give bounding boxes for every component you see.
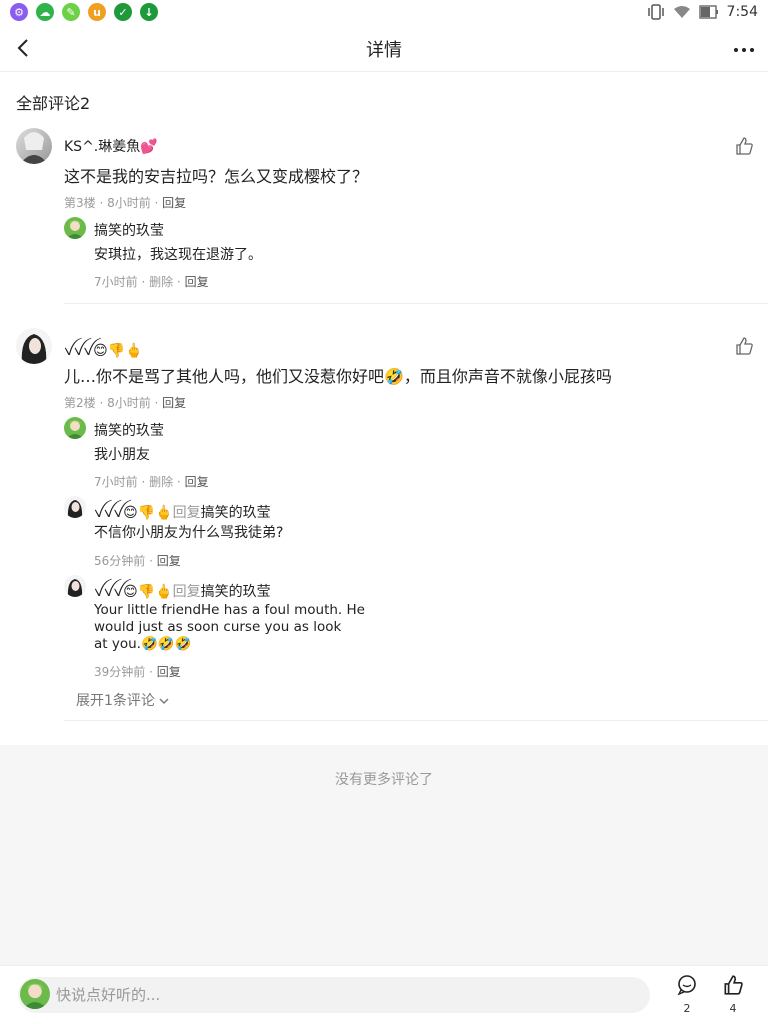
reply-text: 安琪拉，我这现在退游了。 — [94, 247, 262, 263]
comment-input[interactable] — [56, 977, 636, 1013]
like-icon[interactable] — [734, 136, 754, 156]
reply-button[interactable]: 回复 — [162, 396, 186, 410]
comment-text: 儿…你不是骂了其他人吗，他们又没惹你好吧🤣，而且你声音不就像小屁孩吗 — [64, 367, 612, 386]
reply-target-username[interactable]: 搞笑的玖莹 — [201, 584, 271, 600]
top-nav: 详情 — [0, 26, 768, 72]
wifi-icon — [673, 6, 690, 18]
comment-floor-time: 第3楼 · 8小时前 · — [64, 196, 163, 210]
avatar[interactable] — [16, 128, 52, 164]
avatar[interactable] — [64, 217, 86, 239]
bottom-bar: 2 4 — [0, 965, 768, 1024]
reply-button[interactable]: 回复 — [185, 475, 209, 489]
reply-meta: 56分钟前 · 回复 — [94, 552, 181, 569]
leaf-notification-icon: ✎ — [62, 3, 80, 21]
comment-count: 2 — [683, 1002, 691, 1015]
reply-meta: 7小时前 · 删除 · 回复 — [94, 475, 209, 489]
comment-floor-time: 第2楼 · 8小时前 · — [64, 396, 163, 410]
reply-text-line: would just as soon curse you as look — [94, 619, 342, 635]
avatar — [20, 979, 50, 1009]
reply-button[interactable]: 回复 — [185, 275, 209, 289]
avatar[interactable] — [64, 496, 86, 518]
reply-button[interactable]: 回复 — [162, 196, 186, 210]
reply-meta: 39分钟前 · 回复 — [94, 663, 181, 680]
u-notification-icon: u — [88, 3, 106, 21]
more-options-icon[interactable] — [732, 38, 756, 62]
reply-button[interactable]: 回复 — [157, 665, 181, 679]
no-more-comments-text: 没有更多评论了 — [335, 772, 433, 788]
status-bar: ⚙ ☁ ✎ u ✓ ↓ 7:54 — [0, 0, 768, 26]
battery-icon — [698, 5, 718, 19]
reply-username[interactable]: 搞笑的玖莹 — [94, 420, 164, 440]
reply-button[interactable]: 回复 — [157, 554, 181, 568]
delete-button[interactable]: 删除 — [149, 475, 173, 489]
reply-text-line: Your little friendHe has a foul mouth. H… — [94, 602, 365, 618]
avatar[interactable] — [16, 328, 52, 364]
comment-input-box[interactable] — [18, 977, 650, 1013]
reply-word: 回复 — [172, 505, 201, 521]
reply-target-username[interactable]: 搞笑的玖莹 — [201, 505, 271, 521]
comment-username[interactable]: KS^.琳姜魚💕 — [64, 136, 158, 156]
reply-text: Your little friendHe has a foul mouth. H… — [94, 602, 365, 653]
reply-meta: 7小时前 · 删除 · 回复 — [94, 275, 209, 289]
reply-username[interactable]: ꪜꪜꪜ😊👎🖕 — [94, 584, 173, 600]
comments-footer: 没有更多评论了 — [0, 745, 768, 965]
reply-time: 39分钟前 · — [94, 665, 157, 679]
reply-text-line: at you.🤣🤣🤣 — [94, 636, 192, 652]
comment-text: 这不是我的安吉拉吗？怎么又变成樱校了？ — [64, 167, 369, 186]
expand-label: 展开1条评论 — [76, 693, 155, 709]
reply-username[interactable]: 搞笑的玖莹 — [94, 220, 164, 240]
app-notification-icon: ☁ — [36, 3, 54, 21]
avatar[interactable] — [64, 575, 86, 597]
reply-time: 56分钟前 · — [94, 554, 157, 568]
reply-text: 不信你小朋友为什么骂我徒弟? — [94, 525, 284, 541]
status-time: 7:54 — [726, 4, 758, 20]
comments-button[interactable]: 2 — [672, 974, 702, 1020]
reply-word: 回复 — [172, 584, 201, 600]
like-icon[interactable] — [734, 336, 754, 356]
chevron-down-icon — [159, 698, 169, 704]
like-button[interactable]: 4 — [718, 974, 748, 1020]
reply-username[interactable]: ꪜꪜꪜ😊👎🖕 — [94, 505, 173, 521]
thumbs-up-icon — [724, 975, 743, 995]
comment-bubble-icon — [677, 975, 696, 996]
comment-meta: 第2楼 · 8小时前 · 回复 — [64, 394, 186, 411]
download-notification-icon: ↓ — [140, 3, 158, 21]
avatar[interactable] — [64, 417, 86, 439]
reply-time: 7小时前 · — [94, 475, 150, 489]
all-comments-title: 全部评论2 — [16, 94, 91, 113]
reply-time: 7小时前 · — [94, 275, 150, 289]
app-notification-icon: ⚙ — [10, 3, 28, 21]
divider — [64, 720, 768, 721]
comment-username[interactable]: ꪜꪜꪜ😊👎🖕 — [64, 337, 143, 366]
comment-meta: 第3楼 · 8小时前 · 回复 — [64, 194, 186, 211]
expand-replies-button[interactable]: 展开1条评论 — [76, 690, 169, 710]
like-count: 4 — [729, 1002, 737, 1015]
notification-icons: ⚙ ☁ ✎ u ✓ ↓ — [10, 3, 158, 21]
reply-text: 我小朋友 — [94, 447, 150, 463]
page-title: 详情 — [366, 40, 402, 61]
vibrate-icon — [647, 4, 664, 20]
check-notification-icon: ✓ — [114, 3, 132, 21]
divider — [64, 303, 768, 304]
delete-button[interactable]: 删除 — [149, 275, 173, 289]
